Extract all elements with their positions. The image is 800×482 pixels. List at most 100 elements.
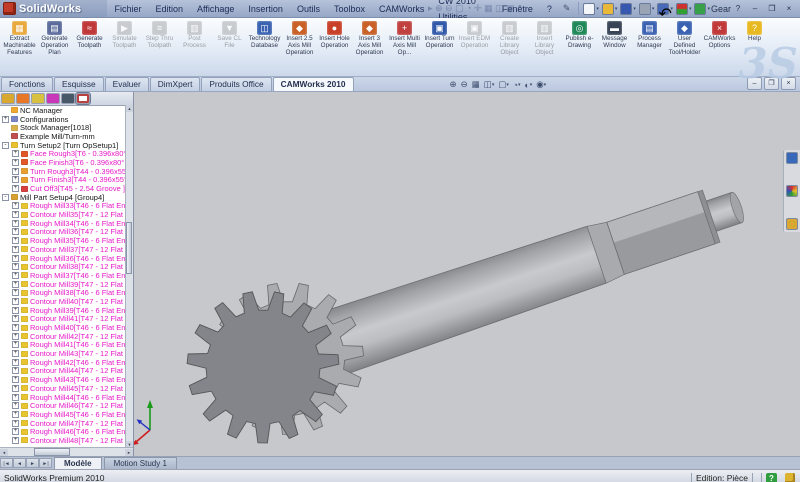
- tree-item[interactable]: + Rough Mill45[T46 - 6 Flat End]: [0, 410, 125, 419]
- dropdown-caret-icon[interactable]: ▾: [633, 6, 636, 12]
- tree-item[interactable]: + Contour Mill43[T47 - 12 Flat E: [0, 349, 125, 358]
- tree-item[interactable]: + Rough Mill33[T46 - 6 Flat End]: [0, 202, 125, 211]
- command-tab[interactable]: CAMWorks 2010: [273, 77, 354, 91]
- menu-item[interactable]: Affichage: [190, 1, 241, 17]
- tree-item[interactable]: + Configurations: [0, 115, 125, 124]
- tree-item[interactable]: + Turn Finish3[T44 - 0.396x55°: [0, 176, 125, 185]
- expand-toggle[interactable]: +: [12, 394, 19, 401]
- command-tab[interactable]: Produits Office: [201, 77, 271, 91]
- design-library-tab-icon[interactable]: [786, 185, 798, 197]
- last-study-button[interactable]: ►|: [39, 458, 52, 468]
- tree-item[interactable]: + Contour Mill37[T47 - 12 Flat E: [0, 245, 125, 254]
- prev-study-button[interactable]: ◄: [13, 458, 26, 468]
- ribbon-button[interactable]: ? Help: [737, 20, 772, 44]
- tree-item[interactable]: + Cut Off3[T45 - 2.54 Groove ]: [0, 184, 125, 193]
- scroll-left-icon[interactable]: ◄: [0, 449, 8, 456]
- expand-toggle[interactable]: +: [12, 220, 19, 227]
- filter-icon[interactable]: ▦: [472, 79, 480, 90]
- expand-toggle[interactable]: +: [12, 402, 19, 409]
- tree-item[interactable]: - Turn Setup2 [Turn OpSetup1]: [0, 141, 125, 150]
- appearance-icon[interactable]: ◐▾: [525, 80, 533, 90]
- expand-toggle[interactable]: +: [12, 185, 19, 192]
- tree-item[interactable]: + Contour Mill47[T47 - 12 Flat E: [0, 419, 125, 428]
- model-tab[interactable]: Modèle: [54, 457, 102, 469]
- solidworks-resources-tab-icon[interactable]: [786, 152, 798, 164]
- print-icon[interactable]: ▾: [639, 3, 656, 15]
- tree-item[interactable]: + Rough Mill46[T46 - 6 Flat End]: [0, 427, 125, 436]
- display-style-icon[interactable]: ◔▾: [513, 80, 521, 90]
- tree-item[interactable]: + Contour Mill44[T47 - 12 Flat E: [0, 367, 125, 376]
- toolbar-pin-icon[interactable]: ✎: [559, 3, 575, 14]
- restore-button[interactable]: ❐: [765, 3, 779, 15]
- zoom-fit-icon[interactable]: ⊕: [450, 79, 457, 90]
- expand-toggle[interactable]: -: [2, 142, 9, 149]
- expand-toggle[interactable]: +: [12, 350, 19, 357]
- ribbon-button[interactable]: ≡ Step Thru Toolpath: [142, 20, 177, 51]
- expand-toggle[interactable]: +: [12, 411, 19, 418]
- ribbon-button[interactable]: ▣ Insert Turn Operation: [422, 20, 457, 51]
- minimize-button[interactable]: –: [748, 3, 762, 15]
- tree-item[interactable]: + Contour Mill35[T47 - 12 Flat E: [0, 210, 125, 219]
- expand-toggle[interactable]: +: [12, 420, 19, 427]
- file-explorer-tab-icon[interactable]: [786, 218, 798, 230]
- graphics-area[interactable]: [134, 92, 800, 456]
- expand-toggle[interactable]: -: [2, 194, 9, 201]
- command-tab[interactable]: DimXpert: [150, 77, 201, 91]
- expand-toggle[interactable]: +: [12, 255, 19, 262]
- dropdown-caret-icon[interactable]: ▾: [707, 6, 710, 12]
- expand-toggle[interactable]: +: [12, 324, 19, 331]
- undo-icon[interactable]: ↶ ▾: [657, 3, 674, 15]
- expand-toggle[interactable]: +: [12, 168, 19, 175]
- expand-toggle[interactable]: +: [12, 376, 19, 383]
- doc-restore-button[interactable]: ❐: [764, 77, 779, 90]
- command-tab[interactable]: Esquisse: [54, 77, 104, 91]
- expand-toggle[interactable]: +: [12, 289, 19, 296]
- options-icon[interactable]: ▾: [694, 3, 711, 15]
- tree-item[interactable]: + Contour Mill41[T47 - 12 Flat E: [0, 315, 125, 324]
- close-button[interactable]: ×: [782, 3, 796, 15]
- command-tab[interactable]: Fonctions: [1, 77, 53, 91]
- ribbon-button[interactable]: ▥ Post Process: [177, 20, 212, 51]
- tree-item[interactable]: + Contour Mill46[T47 - 12 Flat E: [0, 401, 125, 410]
- dropdown-caret-icon[interactable]: ▾: [596, 6, 599, 12]
- ribbon-button[interactable]: ▤ Process Manager: [632, 20, 667, 51]
- scene-icon[interactable]: ◉▾: [536, 79, 546, 90]
- tree-item[interactable]: + Rough Mill34[T46 - 6 Flat End]: [0, 219, 125, 228]
- tree-item[interactable]: + Contour Mill42[T47 - 12 Flat E: [0, 332, 125, 341]
- ribbon-button[interactable]: ◆ Insert 3 Axis Mill Operation: [352, 20, 387, 57]
- ribbon-button[interactable]: ▬ Message Window: [597, 20, 632, 51]
- dropdown-caret-icon[interactable]: ▾: [615, 6, 618, 12]
- tree-item[interactable]: Stock Manager[1018]: [0, 123, 125, 132]
- expand-toggle[interactable]: +: [12, 211, 19, 218]
- ribbon-button[interactable]: ▶ Simulate Toolpath: [107, 20, 142, 51]
- tree-item[interactable]: + Contour Mill45[T47 - 12 Flat E: [0, 384, 125, 393]
- new-document-icon[interactable]: ▾: [583, 3, 600, 15]
- expand-toggle[interactable]: +: [12, 272, 19, 279]
- rebuild-icon[interactable]: ▾: [676, 3, 693, 15]
- view-orientation-icon[interactable]: ▢▾: [498, 79, 509, 90]
- next-study-button[interactable]: ►: [26, 458, 39, 468]
- ribbon-button[interactable]: ◆ User Defined Tool/Holder: [667, 20, 702, 57]
- featuremanager-tab-icon[interactable]: [1, 93, 15, 104]
- expand-toggle[interactable]: +: [12, 237, 19, 244]
- menu-item[interactable]: CAMWorks: [372, 1, 431, 17]
- vertical-scroll-thumb[interactable]: [126, 222, 132, 274]
- expand-toggle[interactable]: +: [12, 437, 19, 444]
- dropdown-caret-icon[interactable]: ▾: [670, 6, 673, 12]
- expand-toggle[interactable]: +: [12, 176, 19, 183]
- tree-item[interactable]: + Contour Mill38[T47 - 12 Flat E: [0, 262, 125, 271]
- tree-item[interactable]: + Face Rough3[T6 - 0.396x80° D: [0, 149, 125, 158]
- expand-toggle[interactable]: +: [12, 298, 19, 305]
- ribbon-button[interactable]: ▥ Insert Library Object: [527, 20, 562, 57]
- expand-toggle[interactable]: +: [12, 333, 19, 340]
- save-icon[interactable]: ▾: [620, 3, 637, 15]
- menu-item[interactable]: Outils: [290, 1, 327, 17]
- tree-item[interactable]: + Rough Mill37[T46 - 6 Flat End]: [0, 271, 125, 280]
- ribbon-button[interactable]: ▦ Extract Machinable Features: [2, 20, 37, 57]
- tree-item[interactable]: + Contour Mill39[T47 - 12 Flat E: [0, 280, 125, 289]
- scroll-right-icon[interactable]: ►: [125, 449, 133, 456]
- tree-item[interactable]: + Turn Rough3[T44 - 0.396x55°: [0, 167, 125, 176]
- expand-toggle[interactable]: +: [12, 202, 19, 209]
- ribbon-button[interactable]: ▤ Generate Operation Plan: [37, 20, 72, 57]
- ribbon-button[interactable]: ▣ Insert EDM Operation: [457, 20, 492, 51]
